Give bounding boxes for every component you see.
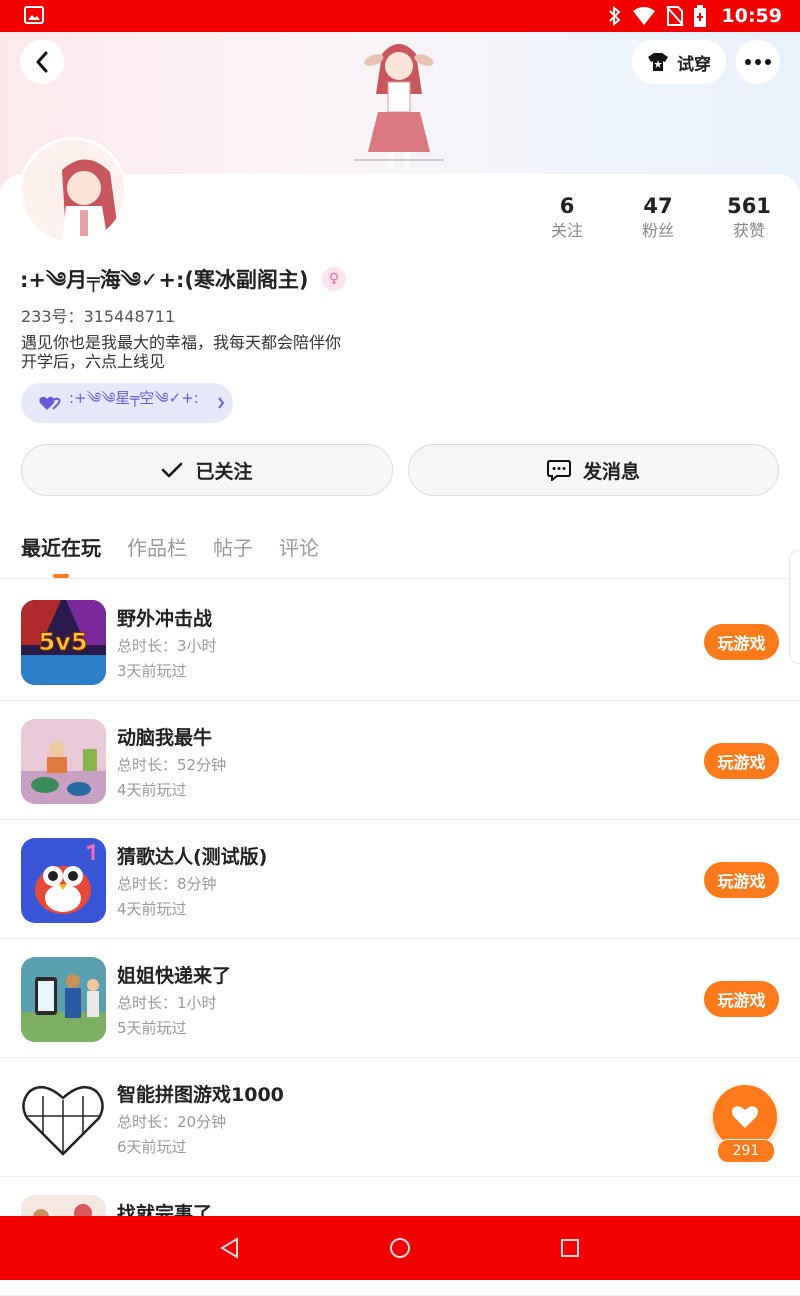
more-dots-icon xyxy=(745,59,771,65)
avatar-figure-illustration xyxy=(354,44,444,168)
guild-name: :+༄༄星╤空༄✓+: xyxy=(69,389,199,407)
more-options-button[interactable] xyxy=(736,40,780,84)
double-heart-icon xyxy=(39,396,61,410)
stat-likes-label: 获赞 xyxy=(732,221,765,240)
female-gender-icon: ♀ xyxy=(322,267,346,291)
play-game-button[interactable]: 玩游戏 xyxy=(704,862,779,898)
list-item[interactable]: 5v5 野外冲击战 总时长：3小时 3天前玩过 玩游戏 xyxy=(0,582,800,701)
game-last-played: 3天前玩过 xyxy=(117,662,187,680)
play-game-button[interactable]: 玩游戏 xyxy=(704,624,779,660)
stat-following-value: 6 xyxy=(559,194,575,218)
tab-works[interactable]: 作品栏 xyxy=(127,534,187,574)
tab-comments[interactable]: 评论 xyxy=(279,534,319,574)
game-title: 智能拼图游戏1000 xyxy=(117,1084,284,1106)
divider xyxy=(0,578,800,579)
check-icon xyxy=(162,462,183,478)
nav-back-icon[interactable] xyxy=(218,1236,242,1260)
avatar-image xyxy=(22,140,124,242)
followed-label: 已关注 xyxy=(195,460,253,483)
game-last-played: 5天前玩过 xyxy=(117,1019,187,1037)
try-on-label: 试穿 xyxy=(677,54,711,75)
play-game-button[interactable]: 玩游戏 xyxy=(704,743,779,779)
delivery-story-icon xyxy=(21,957,106,1042)
game-last-played: 4天前玩过 xyxy=(117,900,187,918)
list-item[interactable]: 姐姐快递来了 总时长：1小时 5天前玩过 玩游戏 xyxy=(0,939,800,1058)
chat-bubble-icon xyxy=(546,460,571,481)
game-duration: 总时长：8分钟 xyxy=(117,875,217,893)
game-list: 5v5 野外冲击战 总时长：3小时 3天前玩过 玩游戏 动脑我最牛 总时长：52… xyxy=(0,582,800,1296)
stat-following[interactable]: 6 关注 xyxy=(527,193,607,243)
bluetooth-icon xyxy=(608,6,621,26)
back-button[interactable] xyxy=(20,40,64,84)
bio: 遇见你也是我最大的幸福，我每天都会陪伴你 开学后，六点上线见 xyxy=(21,333,341,371)
bio-line-1: 遇见你也是我最大的幸福，我每天都会陪伴你 xyxy=(21,333,342,352)
5v5-battle-icon: 5v5 xyxy=(21,600,106,685)
followed-button[interactable]: 已关注 xyxy=(21,444,393,496)
system-navigation-bar xyxy=(0,1216,800,1280)
heart-icon xyxy=(732,1106,758,1128)
profile-tabs: 最近在玩 作品栏 帖子 评论 xyxy=(21,534,319,574)
nav-recents-icon[interactable] xyxy=(558,1236,582,1260)
stat-followers-value: 47 xyxy=(643,194,673,218)
no-sim-icon xyxy=(665,6,684,26)
try-on-button[interactable]: 试穿 xyxy=(632,40,726,84)
tab-recently-played[interactable]: 最近在玩 xyxy=(21,534,101,574)
avatar[interactable] xyxy=(22,140,124,242)
bio-line-2: 开学后，六点上线见 xyxy=(21,352,166,371)
game-last-played: 6天前玩过 xyxy=(117,1138,187,1156)
stat-following-label: 关注 xyxy=(550,221,583,240)
clock: 10:59 xyxy=(721,5,782,27)
send-message-label: 发消息 xyxy=(582,460,640,483)
list-item[interactable]: 动脑我最牛 总时长：52分钟 4天前玩过 玩游戏 xyxy=(0,701,800,820)
wifi-icon xyxy=(632,7,655,25)
stat-likes[interactable]: 561 获赞 xyxy=(709,193,789,243)
status-bar: 10:59 xyxy=(0,0,800,32)
svg-text:5v5: 5v5 xyxy=(38,628,87,656)
heart-jigsaw-icon xyxy=(21,1076,106,1161)
game-title: 野外冲击战 xyxy=(117,608,213,630)
list-item[interactable]: 猜歌达人(测试版) 总时长：8分钟 4天前玩过 玩游戏 xyxy=(0,820,800,939)
stat-likes-value: 561 xyxy=(727,194,771,218)
user-id: 233号：315448711 xyxy=(21,307,176,326)
chevron-left-icon xyxy=(36,51,48,73)
tab-posts[interactable]: 帖子 xyxy=(213,534,253,574)
list-item[interactable]: 智能拼图游戏1000 总时长：20分钟 6天前玩过 xyxy=(0,1058,800,1177)
game-duration: 总时长：20分钟 xyxy=(117,1113,227,1131)
battery-icon xyxy=(693,5,706,27)
game-last-played: 4天前玩过 xyxy=(117,781,187,799)
game-title: 猜歌达人(测试版) xyxy=(117,846,268,868)
profile-stats: 6 关注 47 粉丝 561 获赞 xyxy=(520,193,790,243)
chevron-right-icon xyxy=(218,397,225,409)
game-duration: 总时长：3小时 xyxy=(117,637,217,655)
guild-chip[interactable]: :+༄༄星╤空༄✓+: xyxy=(21,383,233,423)
shirt-icon xyxy=(648,53,668,71)
brain-puzzle-icon xyxy=(21,719,106,804)
like-count: 291 xyxy=(717,1139,775,1163)
play-game-button[interactable]: 玩游戏 xyxy=(704,981,779,1017)
image-notification-icon xyxy=(24,6,44,24)
game-duration: 总时长：1小时 xyxy=(117,994,217,1012)
send-message-button[interactable]: 发消息 xyxy=(408,444,779,496)
game-title: 姐姐快递来了 xyxy=(117,965,232,987)
owl-music-icon xyxy=(21,838,106,923)
nickname: :+༄月╤海༄✓+:(寒冰副阁主) xyxy=(20,268,309,292)
game-title: 动脑我最牛 xyxy=(117,727,213,749)
game-duration: 总时长：52分钟 xyxy=(117,756,227,774)
stat-followers-label: 粉丝 xyxy=(641,221,674,240)
nav-home-icon[interactable] xyxy=(388,1236,412,1260)
stat-followers[interactable]: 47 粉丝 xyxy=(618,193,698,243)
